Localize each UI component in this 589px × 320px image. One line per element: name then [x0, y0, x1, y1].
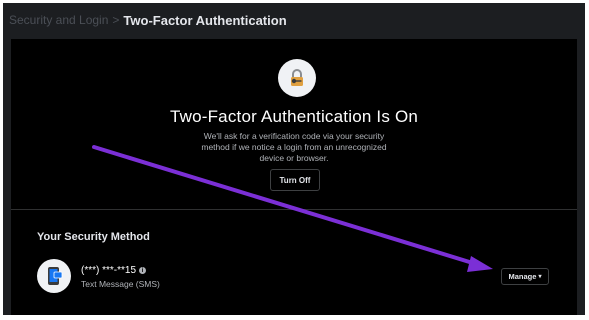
phone-number: (***) ***-**15 i: [81, 265, 147, 276]
turn-off-button[interactable]: Turn Off: [270, 169, 320, 191]
lock-icon-graphic: [291, 69, 303, 86]
manage-button[interactable]: Manage ▾: [501, 268, 549, 285]
page-title: Two-Factor Authentication: [123, 12, 287, 28]
two-factor-card: Two-Factor Authentication Is On We'll as…: [11, 39, 577, 315]
status-title: Two-Factor Authentication Is On: [169, 107, 419, 126]
method-type-label: Text Message (SMS): [81, 279, 160, 289]
info-icon[interactable]: i: [139, 267, 147, 274]
section-divider: [11, 209, 577, 210]
status-section: Two-Factor Authentication Is On We'll as…: [11, 39, 577, 209]
lock-icon: [278, 59, 316, 97]
phone-icon: [37, 259, 71, 293]
phone-icon-graphic: [48, 267, 63, 285]
masked-phone-number: (***) ***-**15: [81, 265, 137, 276]
settings-window: Security and Login > Two-Factor Authenti…: [3, 3, 585, 315]
security-method-heading: Your Security Method: [37, 231, 150, 243]
breadcrumb-separator: >: [112, 13, 120, 27]
manage-button-label: Manage: [508, 272, 537, 281]
breadcrumb: Security and Login > Two-Factor Authenti…: [9, 11, 287, 29]
breadcrumb-security-link[interactable]: Security and Login: [9, 13, 108, 27]
chevron-down-icon: ▾: [538, 274, 542, 280]
status-description: We'll ask for a verification code via yo…: [201, 131, 387, 163]
